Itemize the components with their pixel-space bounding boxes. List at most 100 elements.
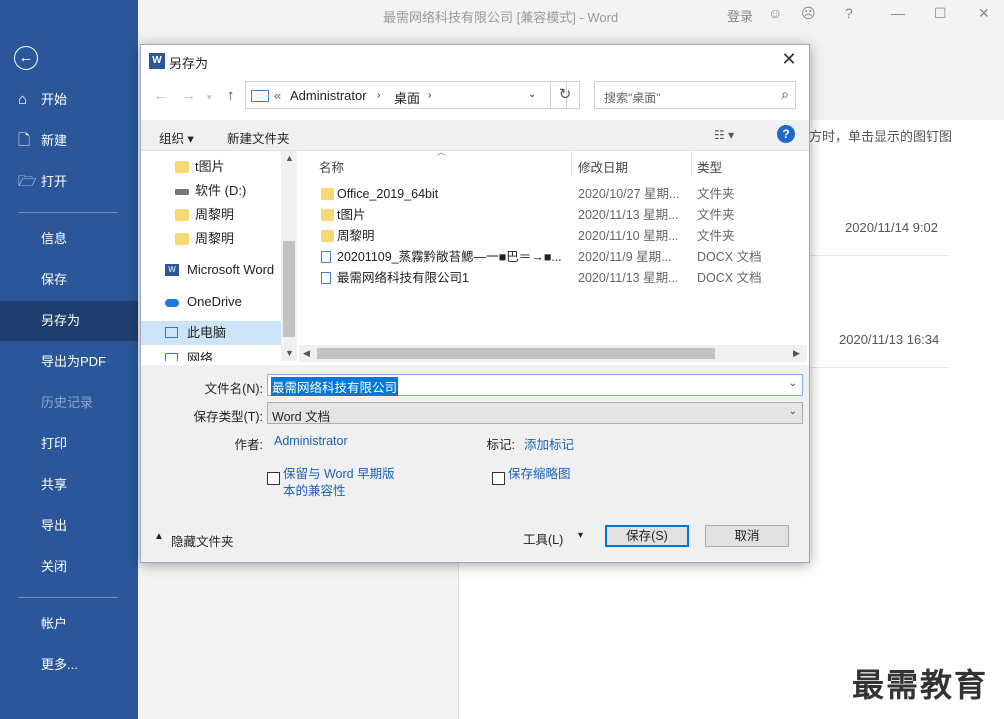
recent-dropdown-icon[interactable]: ▾ bbox=[207, 92, 212, 103]
compat-label[interactable]: 本的兼容性 bbox=[283, 483, 346, 500]
tools-menu[interactable]: 工具(L) bbox=[523, 529, 563, 548]
backstage-open[interactable]: 🗁 打开 bbox=[0, 162, 138, 202]
organize-button[interactable]: 组织 ▾ bbox=[159, 128, 194, 147]
tags-value[interactable]: 添加标记 bbox=[524, 434, 574, 453]
back-arrow-icon[interactable]: ← bbox=[14, 46, 38, 70]
file-row[interactable]: t图片 2020/11/13 星期... 文件夹 bbox=[299, 205, 799, 226]
scroll-thumb[interactable] bbox=[317, 348, 715, 359]
tree-item[interactable]: t图片 bbox=[141, 155, 281, 179]
scroll-right-icon[interactable]: ▶ bbox=[793, 348, 800, 359]
recent-time: 2020/11/14 9:02 bbox=[845, 220, 939, 235]
column-header-name[interactable]: 名称 bbox=[319, 157, 344, 176]
backstage-close[interactable]: 关闭 bbox=[0, 547, 138, 587]
address-bar[interactable]: « Administrator › 桌面 › ⌄ bbox=[245, 81, 567, 109]
file-row[interactable]: 周黎明 2020/11/10 星期... 文件夹 bbox=[299, 226, 799, 247]
cancel-button[interactable]: 取消 bbox=[705, 525, 789, 547]
backstage-export-pdf[interactable]: 导出为PDF bbox=[0, 342, 138, 382]
title-bar: 最需网络科技有限公司 [兼容模式] - Word 登录 ☺ ☹ ? — ☐ ✕ bbox=[138, 0, 1004, 30]
help-icon[interactable]: ? bbox=[845, 5, 853, 21]
search-icon[interactable]: ⌕ bbox=[781, 86, 789, 103]
refresh-button[interactable]: ↻ bbox=[550, 81, 580, 109]
tree-item[interactable]: W Microsoft Word bbox=[141, 258, 281, 282]
frown-icon[interactable]: ☹ bbox=[801, 5, 816, 22]
chevron-right-icon[interactable]: › bbox=[377, 90, 380, 101]
tree-item[interactable]: 网络 bbox=[141, 347, 281, 361]
filename-value: 最需网络科技有限公司 bbox=[271, 377, 399, 396]
scroll-down-icon[interactable]: ▼ bbox=[285, 348, 294, 358]
filetype-select[interactable]: Word 文档 ⌄ bbox=[267, 402, 803, 424]
search-box[interactable]: 搜索"桌面" ⌕ bbox=[594, 81, 796, 109]
chevron-down-icon[interactable]: ⌄ bbox=[789, 406, 797, 417]
backstage-account[interactable]: 帐户 bbox=[0, 604, 138, 644]
backstage-print[interactable]: 打印 bbox=[0, 424, 138, 464]
chevron-down-icon[interactable]: ⌄ bbox=[789, 378, 797, 389]
chevron-down-icon[interactable]: ▾ bbox=[578, 530, 583, 541]
backstage-history: 历史记录 bbox=[41, 395, 94, 410]
close-icon[interactable]: ✕ bbox=[978, 5, 990, 22]
chevron-up-icon[interactable]: ▲ bbox=[154, 531, 164, 542]
backstage-new[interactable]: 🗋 新建 bbox=[0, 121, 138, 161]
filename-input[interactable]: 最需网络科技有限公司 ⌄ bbox=[267, 374, 803, 396]
file-row[interactable]: 20201109_蒸霧黔敞苔鰓—一■巴＝→■... 2020/11/9 星期...… bbox=[299, 247, 799, 268]
backstage-more[interactable]: 更多... bbox=[0, 645, 138, 685]
tree-item[interactable]: OneDrive bbox=[141, 290, 281, 314]
backstage-info[interactable]: 信息 bbox=[0, 219, 138, 259]
address-segment[interactable]: Administrator bbox=[290, 88, 367, 103]
folder-icon bbox=[175, 233, 189, 245]
refresh-icon: ↻ bbox=[558, 86, 572, 103]
list-horizontal-scrollbar[interactable]: ◀ ▶ bbox=[299, 345, 807, 362]
backstage-sidebar: ← ⌂ 开始 🗋 新建 🗁 打开 信息 保存 另存为 导出为PDF 历史记录 打印 共… bbox=[0, 0, 138, 719]
backstage-export[interactable]: 导出 bbox=[0, 506, 138, 546]
folder-icon bbox=[175, 161, 189, 173]
backstage-save-as[interactable]: 另存为 bbox=[0, 301, 138, 341]
up-icon[interactable]: ↑ bbox=[227, 87, 235, 104]
help-icon[interactable]: ? bbox=[777, 125, 795, 143]
thumbnail-label[interactable]: 保存缩略图 bbox=[508, 466, 571, 483]
tree-scrollbar[interactable]: ▲ ▼ bbox=[281, 151, 297, 361]
maximize-icon[interactable]: ☐ bbox=[934, 5, 947, 22]
word-doc-icon bbox=[321, 272, 331, 284]
save-form: 文件名(N): 最需网络科技有限公司 ⌄ 保存类型(T): Word 文档 ⌄ … bbox=[141, 365, 809, 562]
word-icon: W bbox=[149, 53, 165, 69]
pc-icon bbox=[165, 327, 178, 338]
search-placeholder: 搜索"桌面" bbox=[604, 91, 661, 105]
hide-folders-button[interactable]: 隐藏文件夹 bbox=[171, 531, 234, 550]
backstage-save[interactable]: 保存 bbox=[0, 260, 138, 300]
author-value[interactable]: Administrator bbox=[274, 434, 348, 448]
column-header-date[interactable]: 修改日期 bbox=[578, 157, 628, 176]
file-row[interactable]: 最需网络科技有限公司1 2020/11/13 星期... DOCX 文档 bbox=[299, 268, 799, 289]
compat-checkbox[interactable] bbox=[267, 472, 280, 485]
scroll-up-icon[interactable]: ▲ bbox=[285, 153, 294, 163]
forward-icon[interactable]: → bbox=[181, 87, 196, 104]
tree-item-this-pc[interactable]: 此电脑 bbox=[141, 321, 281, 345]
save-button[interactable]: 保存(S) bbox=[605, 525, 689, 547]
scroll-left-icon[interactable]: ◀ bbox=[303, 348, 310, 359]
minimize-icon[interactable]: — bbox=[891, 5, 905, 21]
backstage-share[interactable]: 共享 bbox=[0, 465, 138, 505]
window-title: 最需网络科技有限公司 [兼容模式] - Word bbox=[383, 10, 619, 25]
tree-item[interactable]: 软件 (D:) bbox=[141, 179, 281, 203]
open-folder-icon: 🗁 bbox=[18, 173, 37, 190]
new-doc-icon: 🗋 bbox=[18, 132, 31, 149]
dialog-close-button[interactable]: ✕ bbox=[777, 49, 801, 70]
new-folder-button[interactable]: 新建文件夹 bbox=[227, 128, 290, 147]
file-row[interactable]: Office_2019_64bit 2020/10/27 星期... 文件夹 bbox=[299, 184, 799, 205]
address-overflow[interactable]: « bbox=[274, 88, 281, 103]
chevron-right-icon[interactable]: › bbox=[428, 90, 431, 101]
address-segment[interactable]: 桌面 bbox=[394, 88, 420, 107]
backstage-home[interactable]: ⌂ 开始 bbox=[0, 80, 138, 120]
tree-item[interactable]: 周黎明 bbox=[141, 203, 281, 227]
column-header-type[interactable]: 类型 bbox=[697, 157, 722, 176]
smile-icon[interactable]: ☺ bbox=[768, 5, 782, 21]
tree-item[interactable]: 周黎明 bbox=[141, 227, 281, 251]
sort-indicator-icon: ︿ bbox=[437, 147, 447, 157]
compat-label[interactable]: 保留与 Word 早期版 bbox=[283, 466, 395, 483]
view-options-icon[interactable]: ☷ ▾ bbox=[714, 128, 734, 142]
author-label: 作者: bbox=[234, 438, 263, 452]
scroll-thumb[interactable] bbox=[283, 241, 295, 337]
back-icon[interactable]: ← bbox=[153, 87, 168, 104]
file-list: ︿ 名称 修改日期 类型 Office_2019_64bit 2020/10/27… bbox=[299, 147, 807, 361]
login-link[interactable]: 登录 bbox=[727, 6, 753, 25]
thumbnail-checkbox[interactable] bbox=[492, 472, 505, 485]
chevron-down-icon[interactable]: ⌄ bbox=[528, 89, 536, 100]
